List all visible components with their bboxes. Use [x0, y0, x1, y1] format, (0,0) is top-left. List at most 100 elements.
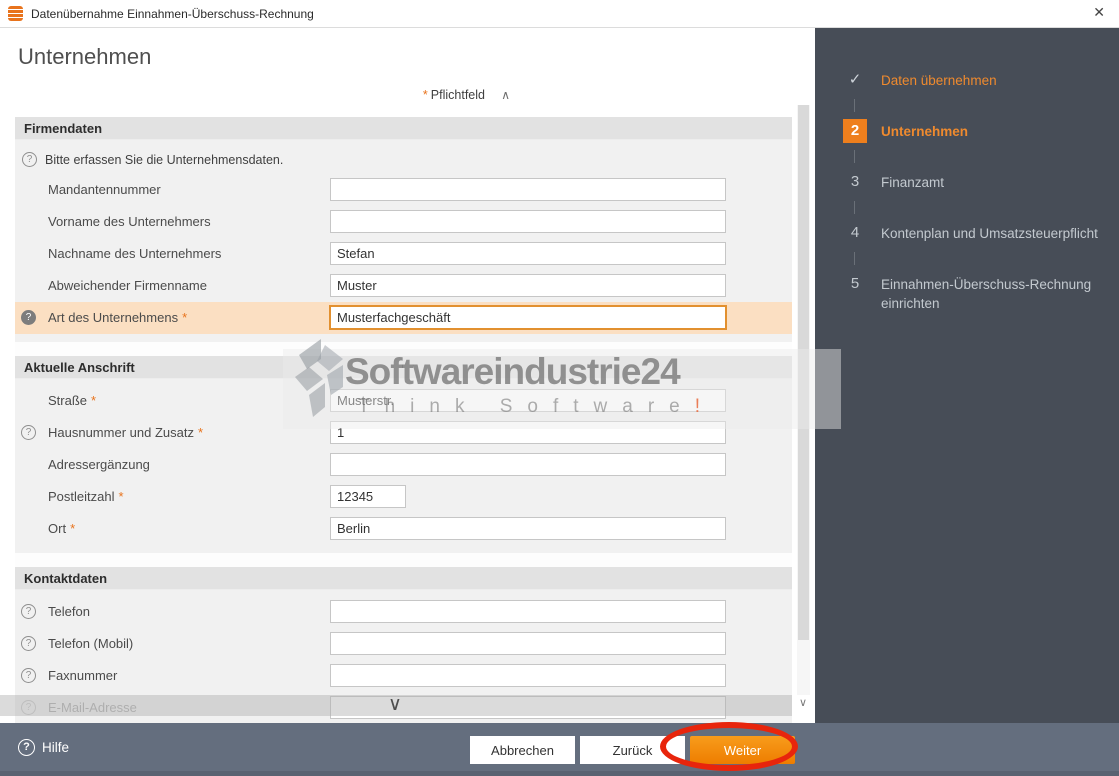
asterisk: * [70, 521, 75, 536]
section-header-anschrift: Aktuelle Anschrift [15, 356, 792, 379]
scrollbar-down-icon[interactable]: ∨ [799, 696, 807, 709]
field-label: Telefon (Mobil) [48, 636, 133, 651]
footer-bar: ? Hilfe Abbrechen Zurück Weiter [0, 723, 1119, 776]
mandantennummer-input[interactable] [330, 178, 726, 201]
form-row: Adressergänzung [15, 449, 792, 481]
help-link[interactable]: ? Hilfe [18, 739, 69, 756]
field-label: Adressergänzung [48, 457, 150, 472]
app-icon [8, 6, 23, 21]
form-row-active: ? Art des Unternehmens* [15, 302, 792, 334]
wizard-step-euer-einrichten[interactable]: 5 Einnahmen-Überschuss-Rechnung einricht… [815, 272, 1119, 313]
plz-input[interactable] [330, 485, 406, 508]
hausnummer-input[interactable] [330, 421, 726, 444]
field-label: Ort* [48, 521, 75, 536]
asterisk: * [182, 310, 187, 325]
form-row: ? Telefon [15, 596, 792, 628]
field-label: Straße* [48, 393, 96, 408]
form-row: ? Faxnummer [15, 660, 792, 692]
form-row: Abweichender Firmenname [15, 270, 792, 302]
step-label: Kontenplan und Umsatzsteuerpflicht [881, 221, 1109, 243]
step-label: Finanzamt [881, 170, 1109, 192]
window-title: Datenübernahme Einnahmen-Überschuss-Rech… [31, 7, 314, 21]
form-row: Straße* [15, 385, 792, 417]
wizard-sidebar: ✓ Daten übernehmen 2 Unternehmen 3 Finan… [815, 28, 1119, 723]
title-bar: Datenübernahme Einnahmen-Überschuss-Rech… [0, 0, 1119, 28]
step-number: 4 [843, 221, 867, 245]
unternehmensart-input[interactable] [330, 306, 726, 329]
form-sections: Firmendaten ? Bitte erfassen Sie die Unt… [15, 117, 792, 723]
step-number: 5 [843, 272, 867, 296]
section-gap [15, 553, 792, 567]
chevron-up-icon[interactable]: ∧ [501, 88, 510, 102]
form-panel: Unternehmen *Pflichtfeld ∧ Firmendaten ?… [0, 28, 815, 723]
help-icon: ? [22, 152, 37, 167]
section-header-kontaktdaten: Kontaktdaten [15, 567, 792, 590]
asterisk: * [198, 425, 203, 440]
cancel-button[interactable]: Abbrechen [470, 736, 575, 764]
step-label: Daten übernehmen [881, 68, 1109, 90]
field-label: Art des Unternehmens* [48, 310, 187, 325]
step-label: Unternehmen [881, 119, 1109, 141]
form-row: Mandantennummer [15, 174, 792, 206]
wizard-dialog: Datenübernahme Einnahmen-Überschuss-Rech… [0, 0, 1119, 776]
field-label: Postleitzahl* [48, 489, 124, 504]
faxnummer-input[interactable] [330, 664, 726, 687]
section-header-firmendaten: Firmendaten [15, 117, 792, 140]
help-icon[interactable]: ? [21, 636, 36, 651]
scrollbar-track[interactable] [797, 105, 810, 695]
field-label: Hausnummer und Zusatz* [48, 425, 203, 440]
help-icon[interactable]: ? [21, 310, 36, 325]
step-connector [854, 150, 855, 163]
check-icon: ✓ [843, 68, 867, 92]
close-icon[interactable]: ✕ [1093, 5, 1105, 19]
page-title: Unternehmen [18, 44, 151, 70]
section-firmendaten: ? Bitte erfassen Sie die Unternehmensdat… [15, 140, 792, 342]
form-row: ? Telefon (Mobil) [15, 628, 792, 660]
field-label: Abweichender Firmenname [48, 278, 207, 293]
field-label: Vorname des Unternehmers [48, 214, 211, 229]
asterisk: * [423, 88, 428, 102]
help-icon[interactable]: ? [21, 668, 36, 683]
form-row: Vorname des Unternehmers [15, 206, 792, 238]
help-icon[interactable]: ? [21, 604, 36, 619]
firmenname-input[interactable] [330, 274, 726, 297]
section-hint: ? Bitte erfassen Sie die Unternehmensdat… [15, 146, 792, 174]
adresszusatz-input[interactable] [330, 453, 726, 476]
help-icon: ? [18, 739, 35, 756]
help-label: Hilfe [42, 740, 69, 755]
strasse-input[interactable] [330, 389, 726, 412]
help-icon[interactable]: ? [21, 425, 36, 440]
scroll-more-overlay[interactable]: ∨ [0, 695, 792, 716]
nachname-input[interactable] [330, 242, 726, 265]
telefon-input[interactable] [330, 600, 726, 623]
field-label: Nachname des Unternehmers [48, 246, 221, 261]
step-number: 2 [843, 119, 867, 143]
wizard-step-unternehmen[interactable]: 2 Unternehmen [815, 119, 1119, 143]
next-button[interactable]: Weiter [690, 736, 795, 764]
section-anschrift: Straße* ? Hausnummer und Zusatz* Adresse… [15, 379, 792, 553]
step-connector [854, 252, 855, 265]
step-number: 3 [843, 170, 867, 194]
chevron-down-icon: ∨ [388, 693, 402, 716]
section-gap [15, 342, 792, 356]
mobil-input[interactable] [330, 632, 726, 655]
wizard-step-finanzamt[interactable]: 3 Finanzamt [815, 170, 1119, 194]
field-label: Mandantennummer [48, 182, 161, 197]
field-label: Telefon [48, 604, 90, 619]
wizard-step-daten-uebernehmen[interactable]: ✓ Daten übernehmen [815, 68, 1119, 92]
wizard-step-kontenplan[interactable]: 4 Kontenplan und Umsatzsteuerpflicht [815, 221, 1119, 245]
asterisk: * [91, 393, 96, 408]
form-row: Postleitzahl* [15, 481, 792, 513]
required-field-hint: *Pflichtfeld [423, 88, 485, 102]
form-row: ? Hausnummer und Zusatz* [15, 417, 792, 449]
scrollbar-thumb[interactable] [798, 105, 809, 640]
field-label: Faxnummer [48, 668, 117, 683]
form-row: Nachname des Unternehmers [15, 238, 792, 270]
step-label: Einnahmen-Überschuss-Rechnung einrichten [881, 272, 1109, 313]
vorname-input[interactable] [330, 210, 726, 233]
form-row: Ort* [15, 513, 792, 545]
step-connector [854, 201, 855, 214]
back-button[interactable]: Zurück [580, 736, 685, 764]
asterisk: * [118, 489, 123, 504]
ort-input[interactable] [330, 517, 726, 540]
